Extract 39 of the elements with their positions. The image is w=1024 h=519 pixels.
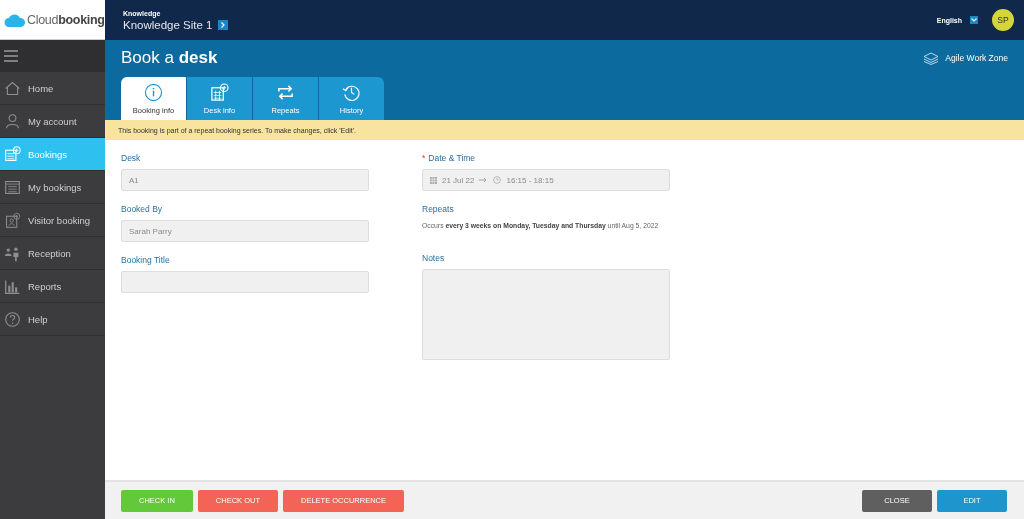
chevron-down-icon: [971, 18, 977, 22]
field-label: Booked By: [121, 204, 163, 214]
logo-text: Cloudbooking: [27, 12, 105, 27]
text-field[interactable]: A1: [121, 169, 369, 191]
language-dropdown-button[interactable]: [970, 16, 978, 24]
user-avatar[interactable]: SP: [992, 9, 1014, 31]
text-field[interactable]: Sarah Parry: [121, 220, 369, 242]
menu-icon[interactable]: [4, 50, 18, 62]
calendar-plus-icon: [4, 145, 21, 163]
calendar-plus-icon: [210, 83, 229, 102]
time-value: 16:15 - 18:15: [506, 175, 554, 185]
clock-icon: [493, 176, 502, 184]
layers-icon: [923, 51, 940, 65]
field-label: Repeats: [422, 204, 454, 214]
history-icon: [342, 83, 361, 102]
site-switch-button[interactable]: [217, 19, 228, 30]
home-icon: [4, 79, 21, 97]
cloud-icon: [4, 12, 26, 27]
visitor-badge-icon: [4, 211, 21, 229]
notes-field[interactable]: [422, 269, 670, 360]
info-icon: [144, 83, 163, 102]
repeat-icon: [276, 83, 295, 102]
field-label: Date & Time: [428, 153, 476, 163]
arrow-right-icon: [479, 177, 489, 183]
field-label: Desk: [121, 153, 141, 163]
text-field[interactable]: [121, 271, 369, 293]
required-mark: *: [422, 153, 426, 163]
calendar-icon: [430, 176, 437, 184]
field-label: Notes: [422, 253, 445, 263]
help-icon: [4, 310, 21, 328]
date-value: 21 Jul 22: [442, 175, 475, 185]
list-icon: [4, 178, 21, 196]
page-title: Book a desk: [121, 48, 218, 68]
date-time-field[interactable]: 21 Jul 22 16:15 - 18:15: [422, 169, 670, 191]
chevron-right-icon: [219, 21, 226, 28]
field-label: Booking Title: [121, 255, 170, 265]
person-icon: [4, 112, 21, 130]
site-name: Knowledge Site 1: [123, 18, 213, 31]
zone-name: Agile Work Zone: [945, 53, 1008, 63]
